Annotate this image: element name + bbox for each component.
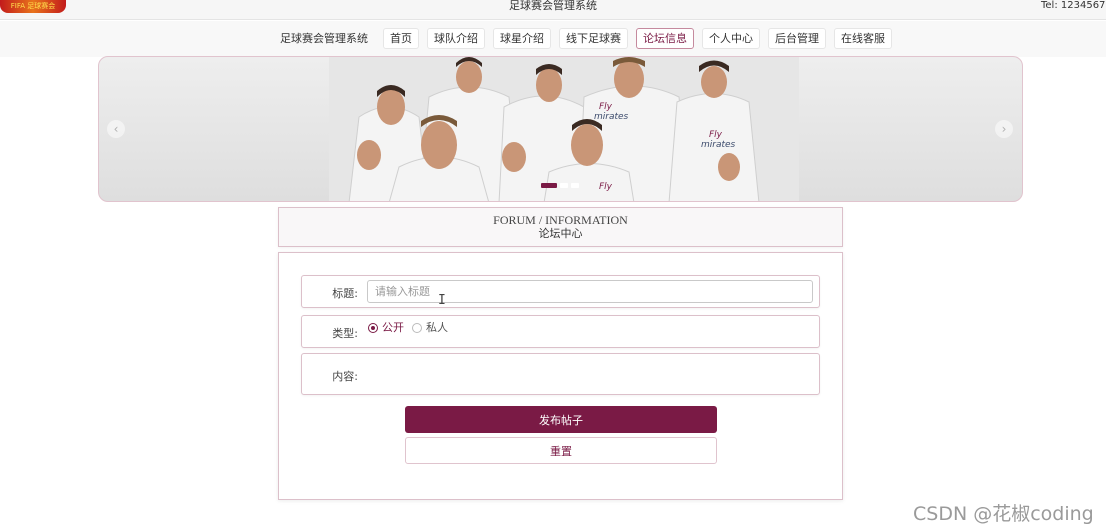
app-title: 足球赛会管理系统 — [509, 0, 597, 12]
nav-item-teams[interactable]: 球队介绍 — [427, 28, 485, 49]
nav-item-admin[interactable]: 后台管理 — [768, 28, 826, 49]
content-row: 内容: — [301, 353, 820, 395]
tel-text: Tel: 1234567 — [1041, 0, 1106, 11]
type-option-private-label: 私人 — [426, 321, 448, 334]
type-radio-private[interactable]: 私人 — [412, 321, 448, 334]
svg-text:Fly: Fly — [709, 130, 723, 140]
content-editor[interactable] — [367, 358, 813, 390]
publish-post-button[interactable]: 发布帖子 — [405, 406, 717, 433]
title-row: 标题: — [301, 275, 820, 308]
nav-item-stars[interactable]: 球星介绍 — [493, 28, 551, 49]
chevron-right-icon: › — [1001, 122, 1007, 136]
section-title-en: FORUM / INFORMATION — [493, 213, 628, 227]
text-cursor-icon: I — [438, 293, 446, 308]
main-nav: 足球赛会管理系统 首页 球队介绍 球星介绍 线下足球赛 论坛信息 个人中心 后台… — [0, 21, 1106, 57]
svg-text:Fly: Fly — [599, 182, 613, 192]
chevron-left-icon: ‹ — [113, 122, 119, 136]
carousel-next-button[interactable]: › — [995, 120, 1013, 138]
type-option-public-label: 公开 — [382, 321, 404, 334]
nav-item-personal-center[interactable]: 个人中心 — [702, 28, 760, 49]
svg-text:mirates: mirates — [594, 112, 629, 122]
carousel-dot-3[interactable] — [571, 183, 579, 188]
nav-item-forum[interactable]: 论坛信息 — [636, 28, 694, 49]
carousel-dot-1[interactable] — [541, 183, 557, 188]
section-header: FORUM / INFORMATION 论坛中心 — [278, 207, 843, 247]
svg-text:mirates: mirates — [701, 140, 736, 150]
carousel-indicators — [541, 183, 579, 188]
carousel-prev-button[interactable]: ‹ — [107, 120, 125, 138]
title-input[interactable] — [367, 280, 813, 303]
section-title-zh: 论坛中心 — [538, 227, 583, 240]
banner-carousel[interactable]: Fly Fly Fly mirates mirates ‹ › — [98, 56, 1023, 202]
banner-image: Fly Fly Fly mirates mirates — [329, 57, 799, 201]
content-label: 内容: — [332, 370, 358, 383]
title-label: 标题: — [332, 287, 358, 300]
type-radio-public[interactable]: 公开 — [368, 321, 404, 334]
nav-item-site-name[interactable]: 足球赛会管理系统 — [273, 28, 375, 49]
radio-checked-icon — [368, 322, 378, 333]
forum-post-form: 标题: 类型: 公开 私人 内容: 发布帖子 重置 — [278, 252, 843, 500]
type-radio-group: 公开 私人 — [368, 321, 448, 334]
type-label: 类型: — [332, 327, 358, 340]
svg-text:Fly: Fly — [599, 102, 613, 112]
type-row: 类型: 公开 私人 — [301, 315, 820, 348]
radio-unchecked-icon — [412, 322, 422, 333]
nav-item-home[interactable]: 首页 — [383, 28, 419, 49]
nav-item-online-service[interactable]: 在线客服 — [834, 28, 892, 49]
reset-button[interactable]: 重置 — [405, 437, 717, 464]
nav-item-offline-matches[interactable]: 线下足球赛 — [559, 28, 628, 49]
carousel-dot-2[interactable] — [560, 183, 568, 188]
top-bar: FIFA 足球赛会 足球赛会管理系统 Tel: 1234567 — [0, 0, 1106, 20]
watermark: CSDN @花椒coding — [913, 503, 1094, 525]
